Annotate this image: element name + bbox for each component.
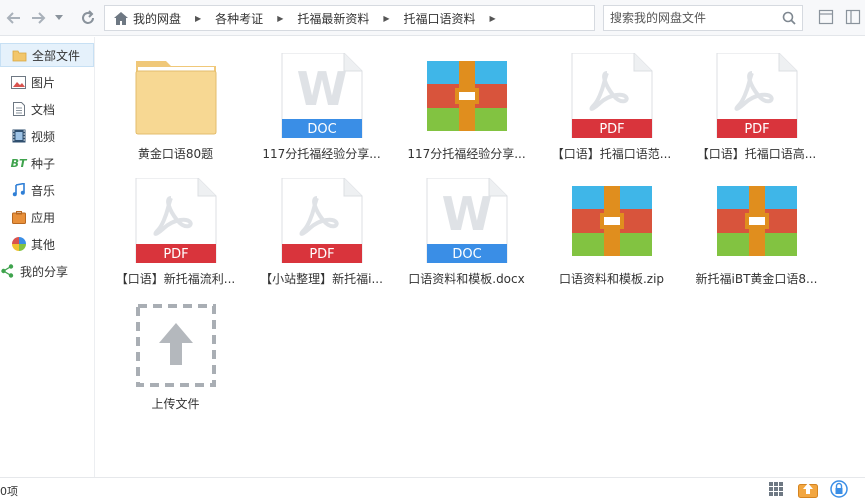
sidebar-item-my-shares[interactable]: 我的分享 [0, 259, 94, 283]
word-doc-icon: W DOC [426, 178, 508, 263]
breadcrumb-item-exams[interactable]: 各种考证 [215, 10, 263, 27]
sidebar-item-music[interactable]: 音乐 [0, 178, 94, 202]
pdf-icon: PDF [281, 178, 363, 263]
chevron-down-icon [55, 15, 63, 20]
archive-icon [717, 186, 797, 256]
pdf-badge: PDF [309, 247, 334, 262]
app-icon [11, 210, 26, 225]
sidebar: 全部文件 图片 文档 视频 BT 种子 音乐 应用 其他 我的分享 [0, 37, 95, 477]
sidebar-item-label: 视频 [31, 129, 56, 144]
arrow-right-icon [32, 12, 46, 24]
document-icon [11, 102, 26, 117]
sidebar-item-label: 其他 [31, 237, 56, 252]
sidebar-item-label: 文档 [31, 102, 56, 117]
upload-file-button[interactable]: 上传文件 [103, 303, 248, 423]
search-box [603, 5, 803, 31]
sidebar-item-label: 种子 [31, 156, 56, 171]
file-item-doc[interactable]: W DOC 117分托福经验分享... [249, 53, 394, 173]
sidebar-item-videos[interactable]: 视频 [0, 124, 94, 148]
breadcrumb-separator-icon[interactable]: ▶ [383, 14, 389, 23]
folder-icon [135, 61, 217, 135]
file-name: 117分托福经验分享... [407, 147, 526, 161]
sidebar-item-documents[interactable]: 文档 [0, 97, 94, 121]
lock-icon[interactable] [830, 480, 848, 498]
breadcrumb-separator-icon[interactable]: ▶ [277, 14, 283, 23]
file-item-pdf[interactable]: PDF 【口语】托福口语高... [684, 53, 829, 173]
arrow-left-icon [6, 12, 20, 24]
file-item-doc[interactable]: W DOC 口语资料和模板.docx [394, 178, 539, 298]
breadcrumb-item-toefl-speaking[interactable]: 托福口语资料 [404, 10, 476, 27]
refresh-button[interactable] [78, 8, 98, 28]
sidebar-item-label: 应用 [31, 210, 56, 225]
file-name: 黄金口语80题 [137, 147, 214, 161]
file-name: 口语资料和模板.docx [408, 272, 525, 286]
torrent-icon: BT [10, 156, 27, 170]
sidebar-item-apps[interactable]: 应用 [0, 205, 94, 229]
item-count: 0项 [0, 485, 18, 498]
search-input[interactable] [610, 10, 775, 26]
upload-icon [136, 304, 216, 387]
file-item-zip[interactable]: 口语资料和模板.zip [539, 178, 684, 298]
sidebar-item-all-files[interactable]: 全部文件 [0, 43, 94, 67]
file-item-zip[interactable]: 新托福iBT黄金口语8... [684, 178, 829, 298]
file-item-pdf[interactable]: PDF 【口语】托福口语范... [539, 53, 684, 173]
archive-icon [427, 61, 507, 131]
pdf-badge: PDF [744, 122, 769, 137]
transfer-upload-icon[interactable] [798, 480, 818, 498]
sidebar-item-images[interactable]: 图片 [0, 70, 94, 94]
status-bar: 0项 [0, 477, 865, 498]
svg-text:W: W [442, 187, 493, 241]
pdf-icon: PDF [135, 178, 217, 263]
file-name: 【口语】托福口语范... [551, 147, 672, 161]
back-button[interactable] [4, 8, 24, 28]
other-icon [11, 237, 26, 252]
svg-text:W: W [297, 62, 348, 116]
pdf-icon: PDF [571, 53, 653, 138]
search-icon[interactable] [782, 11, 796, 25]
file-name: 【小站整理】新托福i... [260, 272, 383, 286]
file-name: 口语资料和模板.zip [558, 272, 665, 286]
breadcrumb: 我的网盘 ▶ 各种考证 ▶ 托福最新资料 ▶ 托福口语资料 ▶ [104, 5, 595, 31]
breadcrumb-separator-icon[interactable]: ▶ [195, 14, 201, 23]
breadcrumb-item-toefl-latest[interactable]: 托福最新资料 [297, 10, 369, 27]
word-doc-icon: W DOC [281, 53, 363, 138]
grid-view-icon[interactable] [768, 481, 784, 497]
file-name: 【口语】托福口语高... [696, 147, 817, 161]
forward-button[interactable] [28, 8, 48, 28]
sidebar-item-label: 音乐 [31, 183, 56, 198]
file-name: 上传文件 [151, 397, 200, 411]
file-name: 新托福iBT黄金口语8... [695, 272, 818, 286]
split-view-icon[interactable] [845, 9, 861, 25]
doc-badge: DOC [307, 122, 336, 137]
sidebar-item-label: 我的分享 [20, 264, 69, 279]
file-item-folder[interactable]: 黄金口语80题 [103, 53, 248, 173]
file-item-pdf[interactable]: PDF 【小站整理】新托福i... [249, 178, 394, 298]
folder-icon [12, 48, 27, 63]
pdf-badge: PDF [163, 247, 188, 262]
sidebar-item-other[interactable]: 其他 [0, 232, 94, 256]
breadcrumb-item-my-drive[interactable]: 我的网盘 [133, 10, 181, 27]
file-name: 117分托福经验分享... [262, 147, 381, 161]
toolbar: 我的网盘 ▶ 各种考证 ▶ 托福最新资料 ▶ 托福口语资料 ▶ [0, 0, 865, 36]
sidebar-item-label: 图片 [31, 75, 56, 90]
refresh-icon [82, 10, 94, 24]
image-icon [11, 75, 26, 90]
layout-toggle-icon[interactable] [818, 9, 834, 25]
history-dropdown[interactable] [52, 8, 66, 28]
home-icon[interactable] [113, 11, 129, 26]
file-grid: 黄金口语80题 W DOC 117分托福经验分享... 117分托福经验分享...… [96, 37, 865, 477]
pdf-badge: PDF [599, 122, 624, 137]
file-name: 【口语】新托福流利... [115, 272, 236, 286]
share-icon [0, 264, 15, 279]
video-icon [11, 129, 26, 144]
file-item-pdf[interactable]: PDF 【口语】新托福流利... [103, 178, 248, 298]
pdf-icon: PDF [716, 53, 798, 138]
archive-icon [572, 186, 652, 256]
file-item-zip[interactable]: 117分托福经验分享... [394, 53, 539, 173]
breadcrumb-separator-icon[interactable]: ▶ [490, 14, 496, 23]
sidebar-item-label: 全部文件 [32, 48, 81, 63]
sidebar-item-torrents[interactable]: BT 种子 [0, 151, 94, 175]
doc-badge: DOC [452, 247, 481, 262]
music-icon [11, 183, 26, 198]
